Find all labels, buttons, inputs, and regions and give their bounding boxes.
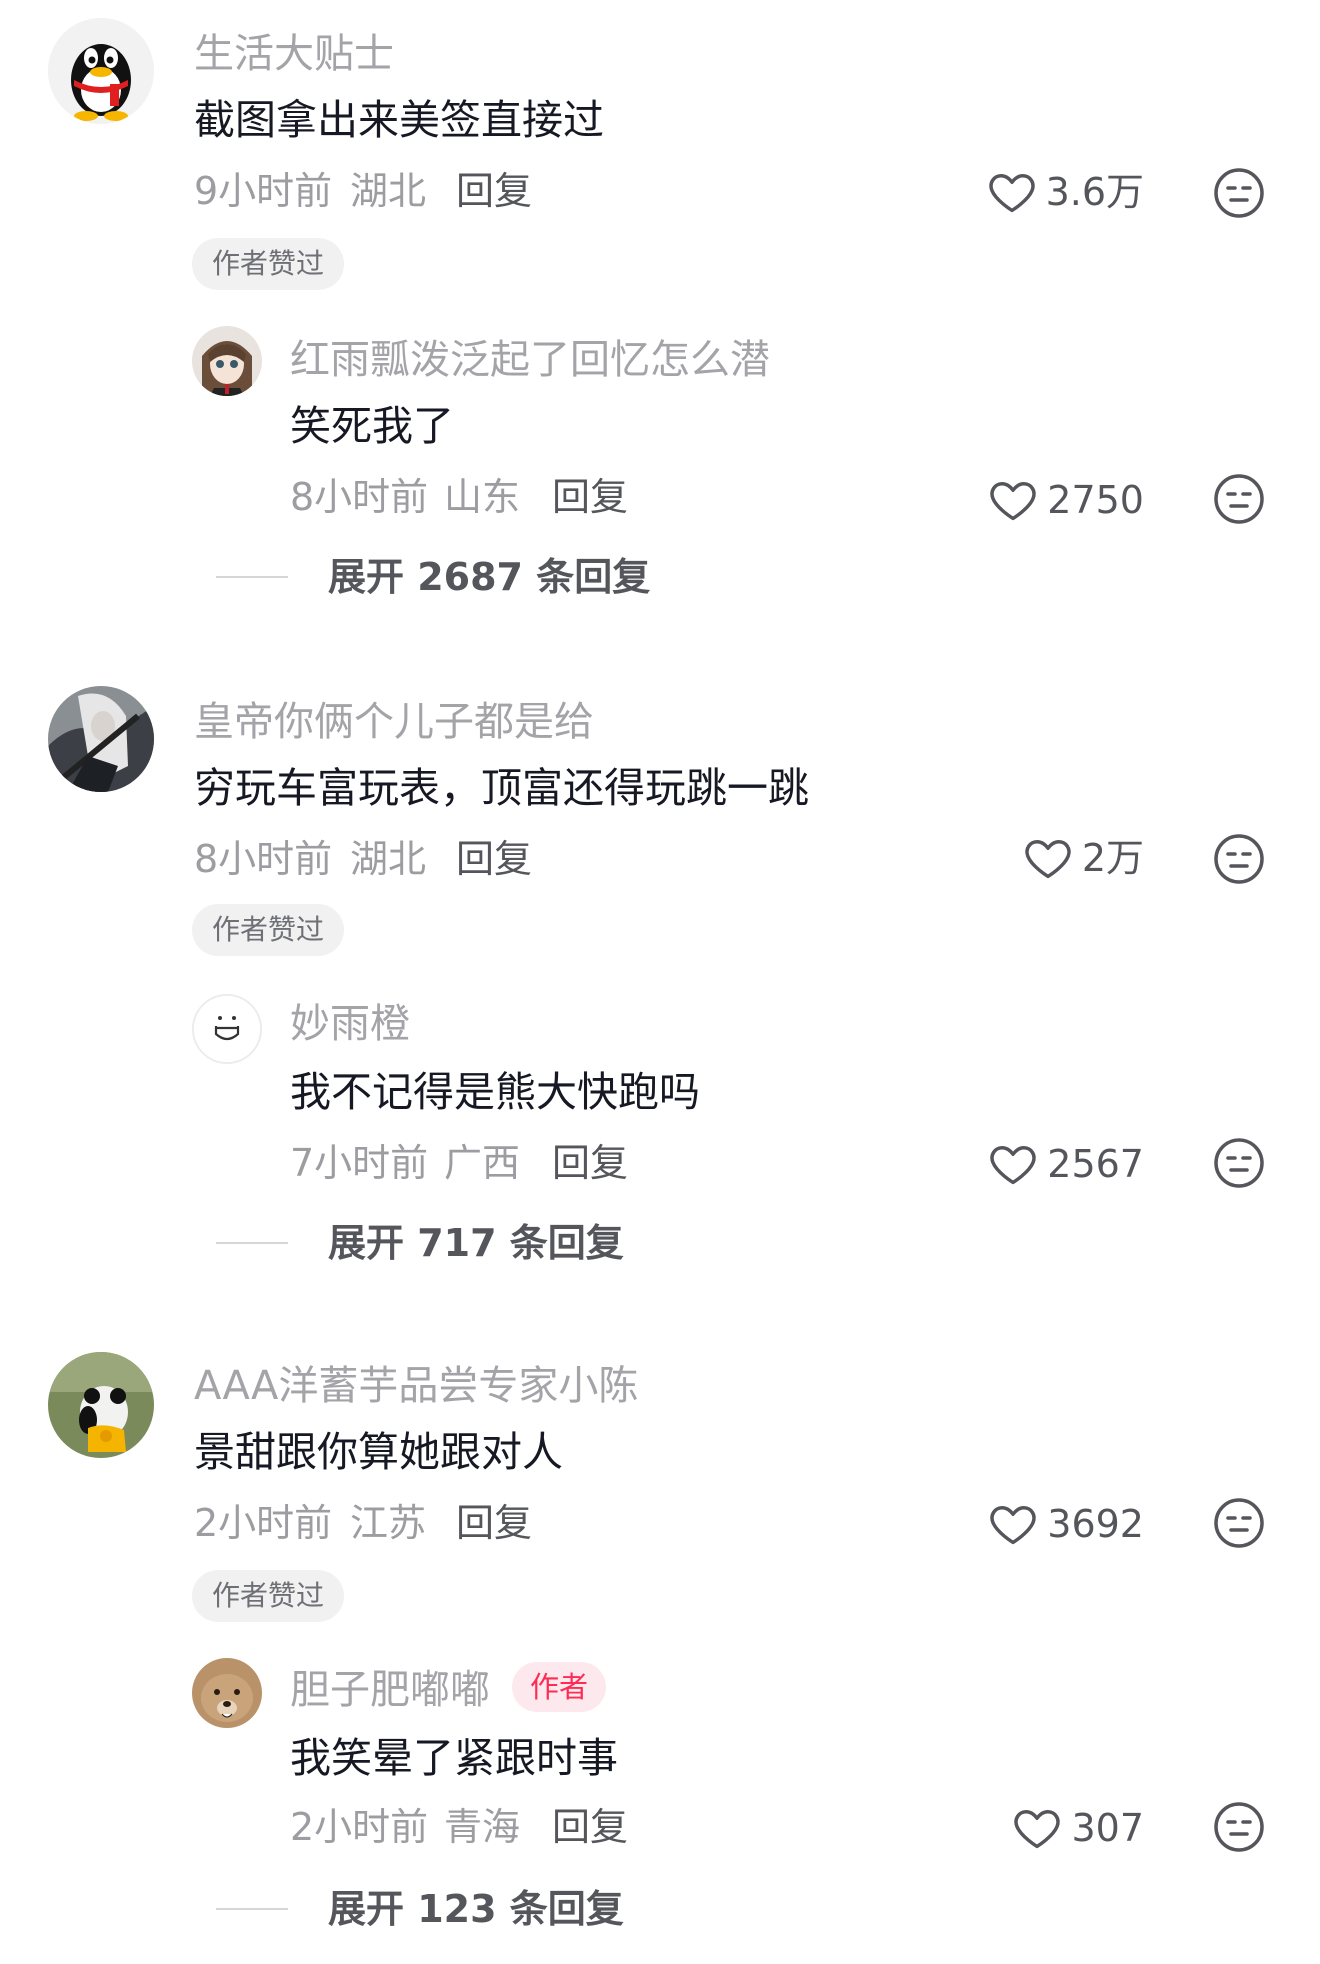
author-liked-badge: 作者赞过	[192, 904, 345, 956]
like-count: 2567	[1047, 1142, 1144, 1186]
reply-text: 我笑晕了紧跟时事	[290, 1734, 618, 1782]
comment-text: 截图拿出来美签直接过	[194, 96, 604, 144]
like-count: 2750	[1047, 478, 1144, 522]
comment-username[interactable]: AAA洋蓄芋品尝专家小陈	[194, 1366, 638, 1406]
divider-line	[216, 1908, 288, 1910]
comment-username[interactable]: 皇帝你俩个儿子都是给	[194, 702, 594, 742]
like-button[interactable]: 3692	[987, 1494, 1144, 1554]
reply-text: 笑死我了	[290, 402, 454, 450]
reply-time: 2小时前	[290, 1805, 429, 1849]
author-tag: 作者	[512, 1662, 607, 1712]
emoji-reaction-button[interactable]	[1212, 166, 1266, 220]
divider-line	[216, 576, 288, 578]
like-button[interactable]: 2567	[987, 1134, 1144, 1194]
dog-avatar-icon	[192, 1658, 262, 1728]
avatar[interactable]	[192, 326, 262, 396]
heart-icon	[990, 1146, 1036, 1185]
meh-face-icon	[1214, 168, 1264, 218]
emoji-reaction-button[interactable]	[1212, 1496, 1266, 1550]
comment-text: 穷玩车富玩表，顶富还得玩跳一跳	[194, 764, 809, 812]
emoji-reaction-button[interactable]	[1212, 1136, 1266, 1190]
like-button[interactable]: 2750	[987, 470, 1144, 530]
avatar[interactable]	[192, 994, 262, 1064]
comment-time: 8小时前	[194, 837, 333, 881]
meh-face-icon	[1214, 834, 1264, 884]
comment-location: 湖北	[350, 169, 427, 213]
reply-button[interactable]: 回复	[552, 478, 628, 516]
comment-text: 景甜跟你算她跟对人	[194, 1428, 563, 1476]
avatar[interactable]	[48, 18, 154, 124]
expand-replies-label: 展开 2687 条回复	[328, 555, 651, 599]
reply-username[interactable]: 红雨瓢泼泛起了回忆怎么潜	[290, 340, 770, 380]
panda-avatar-icon	[48, 1352, 154, 1458]
reply-text: 我不记得是熊大快跑吗	[290, 1068, 700, 1116]
like-count: 307	[1071, 1806, 1144, 1850]
comment-time: 9小时前	[194, 169, 333, 213]
reply-button[interactable]: 回复	[552, 1808, 628, 1846]
reply-location: 广西	[444, 1141, 521, 1185]
avatar[interactable]	[48, 1352, 154, 1458]
heart-icon	[1014, 1810, 1061, 1849]
meh-face-icon	[1214, 1138, 1264, 1188]
emoji-reaction-button[interactable]	[1212, 832, 1266, 886]
author-liked-badge: 作者赞过	[192, 1570, 345, 1622]
avatar[interactable]	[48, 686, 154, 792]
expand-replies-label: 展开 123 条回复	[328, 1887, 624, 1931]
like-count: 3.6万	[1045, 170, 1144, 214]
comment-location: 江苏	[350, 1501, 427, 1545]
comment-location: 湖北	[350, 837, 427, 881]
reply-button[interactable]: 回复	[456, 172, 532, 210]
heart-icon	[990, 482, 1036, 521]
divider-line	[216, 1242, 288, 1244]
like-count: 3692	[1047, 1502, 1144, 1546]
reply-location: 山东	[444, 475, 521, 519]
expand-replies-button[interactable]: 展开 123 条回复	[216, 1890, 624, 1928]
reply-time: 7小时前	[290, 1141, 429, 1185]
reply-location: 青海	[444, 1805, 521, 1849]
comment-username[interactable]: 生活大贴士	[194, 34, 394, 74]
anime-girl-avatar-icon	[192, 326, 262, 396]
reply-button[interactable]: 回复	[456, 840, 532, 878]
meh-face-icon	[1214, 1802, 1264, 1852]
reply-username[interactable]: 胆子肥嘟嘟	[290, 1670, 490, 1710]
expand-replies-label: 展开 717 条回复	[328, 1221, 624, 1265]
like-button[interactable]: 3.6万	[986, 162, 1144, 222]
penguin-avatar-icon	[48, 18, 154, 124]
heart-icon	[988, 174, 1035, 213]
like-button[interactable]: 307	[1011, 1798, 1144, 1858]
meh-face-icon	[1214, 1498, 1264, 1548]
comment-time: 2小时前	[194, 1501, 333, 1545]
expand-replies-button[interactable]: 展开 717 条回复	[216, 1224, 624, 1262]
reply-username[interactable]: 妙雨橙	[290, 1004, 410, 1044]
expand-replies-button[interactable]: 展开 2687 条回复	[216, 558, 650, 596]
reply-button[interactable]: 回复	[552, 1144, 628, 1182]
author-liked-badge: 作者赞过	[192, 238, 345, 290]
emoji-reaction-button[interactable]	[1212, 472, 1266, 526]
reply-button[interactable]: 回复	[456, 1504, 532, 1542]
heart-icon	[1025, 840, 1071, 879]
reply-time: 8小时前	[290, 475, 429, 519]
meh-face-icon	[1214, 474, 1264, 524]
smiley-avatar-icon	[194, 996, 260, 1062]
heart-icon	[990, 1506, 1036, 1545]
like-button[interactable]: 2万	[1022, 828, 1144, 888]
emoji-reaction-button[interactable]	[1212, 1800, 1266, 1854]
swordsman-avatar-icon	[48, 686, 154, 792]
like-count: 2万	[1081, 836, 1144, 880]
avatar[interactable]	[192, 1658, 262, 1728]
